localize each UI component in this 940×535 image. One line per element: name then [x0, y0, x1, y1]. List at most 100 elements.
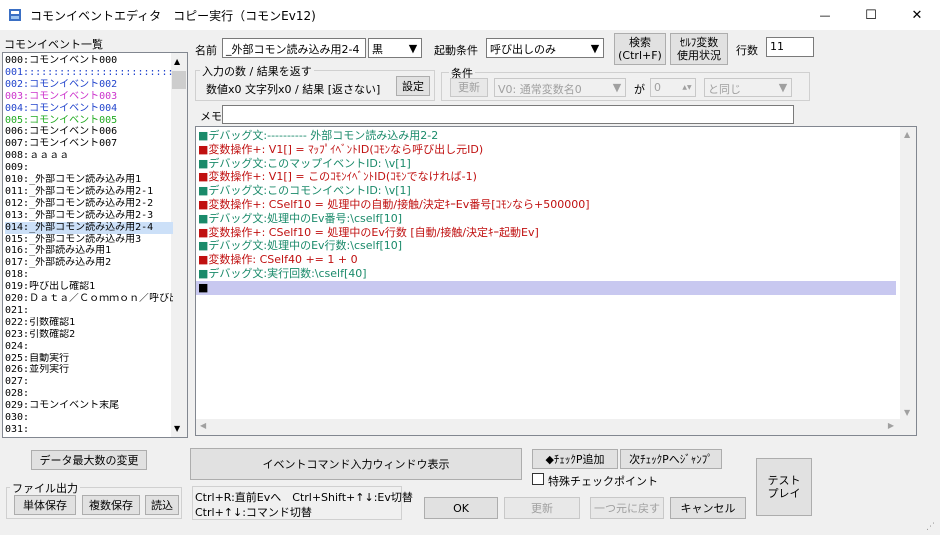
test-play-button[interactable]: テスト プレイ — [756, 458, 812, 516]
list-item[interactable]: 005:コモンイベント005 — [5, 115, 173, 127]
spinner-icon: ▲▼ — [682, 84, 692, 91]
list-item[interactable]: 014:_外部コモン読み込み用2-4 — [5, 221, 173, 234]
trigger-select-value: 呼び出しのみ — [490, 43, 556, 56]
condition-number-value: 0 — [654, 81, 661, 94]
scroll-thumb[interactable] — [172, 71, 186, 89]
list-item[interactable]: 010:_外部コモン読み込み用1 — [5, 174, 173, 186]
editor-vscrollbar[interactable]: ▲ ▼ — [900, 127, 916, 435]
list-item[interactable]: 031: — [5, 424, 173, 436]
command-line[interactable]: ■変数操作: CSelf40 += 1 + 0 — [198, 253, 358, 267]
change-max-count-button[interactable]: データ最大数の変更 — [31, 450, 147, 470]
memo-label: メモ — [200, 110, 222, 123]
list-item[interactable]: 001:::::::::::::::::::::::::::: — [5, 67, 173, 79]
scroll-down-icon: ▼ — [174, 424, 181, 433]
single-save-button[interactable]: 単体保存 — [14, 495, 76, 515]
special-checkpoint-checkbox[interactable] — [532, 473, 544, 485]
chevron-down-icon: ▼ — [408, 41, 418, 55]
list-item[interactable]: 004:コモンイベント004 — [5, 103, 173, 115]
minimize-button[interactable]: — — [802, 0, 848, 30]
condition-number-stepper[interactable]: 0 ▲▼ — [650, 78, 696, 97]
list-item[interactable]: 013:_外部コモン読み込み用2-3 — [5, 210, 173, 222]
condition-variable-value: V0: 通常変数名0 — [498, 83, 582, 96]
command-line[interactable]: ■デバッグ文:実行回数:\cself[40] — [198, 267, 367, 281]
close-button[interactable]: ✕ — [894, 0, 940, 30]
row-count-label: 行数 — [736, 44, 758, 57]
list-item[interactable]: 017:_外部読み込み用2 — [5, 257, 173, 269]
scroll-down-icon: ▼ — [904, 408, 911, 417]
list-item[interactable]: 012:_外部コモン読み込み用2-2 — [5, 198, 173, 210]
list-item[interactable]: 020:Ｄａｔａ／Ｃｏｍｍｏｎ／呼び出し — [5, 293, 173, 305]
command-line[interactable]: ■デバッグ文:処理中のEv行数:\cself[10] — [198, 239, 402, 253]
color-select[interactable]: 黒 ▼ — [368, 38, 422, 58]
list-item[interactable]: 022:引数確認1 — [5, 317, 173, 329]
command-line[interactable]: ■ — [196, 280, 896, 295]
condition-operator-select[interactable]: と同じ ▼ — [704, 78, 792, 97]
list-scrollbar[interactable]: ▲ ▼ — [171, 53, 187, 437]
list-item[interactable]: 016:_外部読み込み用1 — [5, 245, 173, 257]
list-item[interactable]: 018: — [5, 269, 173, 281]
command-editor[interactable]: ▲ ▼ ◀ ▶ ■デバッグ文:---------- 外部コモン読み込み用2-2 ■… — [195, 126, 917, 436]
list-item[interactable]: 003:コモンイベント003 — [5, 91, 173, 103]
ok-button[interactable]: OK — [424, 497, 498, 519]
resize-grip-icon[interactable]: ⋰ — [926, 522, 935, 532]
command-line[interactable]: ■変数操作+: V1[] = このｺﾓﾝｲﾍﾞﾝﾄID(ｺﾓﾝでなければ-1) — [198, 170, 477, 184]
command-line[interactable]: ■変数操作+: V1[] = ﾏｯﾌﾟｲﾍﾞﾝﾄID(ｺﾓﾝなら呼び出し元ID) — [198, 143, 483, 157]
list-item[interactable]: 019:呼び出し確認1 — [5, 281, 173, 293]
list-item[interactable]: 024: — [5, 341, 173, 353]
shortcut-hint-line1: Ctrl+R:直前Evへ Ctrl+Shift+↑↓:Ev切替 — [195, 491, 413, 504]
name-label: 名前 — [195, 44, 217, 57]
app-icon — [8, 8, 22, 22]
list-item[interactable]: 029:コモンイベント末尾 — [5, 400, 173, 412]
editor-hscrollbar[interactable]: ◀ ▶ — [196, 419, 916, 435]
shortcut-hint-line2: Ctrl+↑↓:コマンド切替 — [195, 506, 312, 519]
list-item[interactable]: 009: — [5, 162, 173, 174]
list-item[interactable]: 007:コモンイベント007 — [5, 138, 173, 150]
command-line[interactable]: ■デバッグ文:---------- 外部コモン読み込み用2-2 — [198, 129, 438, 143]
list-item[interactable]: 000:コモンイベント000 — [5, 55, 173, 67]
list-item[interactable]: 002:コモンイベント002 — [5, 79, 173, 91]
list-item[interactable]: 028: — [5, 388, 173, 400]
update-button[interactable]: 更新 — [504, 497, 580, 519]
list-item[interactable]: 025:自動実行 — [5, 353, 173, 365]
list-item[interactable]: 023:引数確認2 — [5, 329, 173, 341]
file-output-group-title: ファイル出力 — [10, 480, 80, 496]
common-event-list[interactable]: ▲ ▼ 000:コモンイベント000 001:::::::::::::::::::… — [2, 52, 188, 438]
command-line[interactable]: ■変数操作+: CSelf10 = 処理中の自動/接触/決定ｷｰEv番号[ｺﾓﾝ… — [198, 198, 590, 212]
name-field[interactable]: _外部コモン読み込み用2-4 — [222, 38, 366, 58]
special-checkpoint-label: 特殊チェックポイント — [548, 475, 658, 488]
window-title: コモンイベントエディタ コピー実行（コモンEv12) — [30, 9, 316, 23]
list-item[interactable]: 015:_外部コモン読み込み用3 — [5, 234, 173, 246]
maximize-button[interactable]: ☐ — [848, 0, 894, 30]
command-line[interactable]: ■デバッグ文:処理中のEv番号:\cself[10] — [198, 212, 402, 226]
command-line[interactable]: ■デバッグ文:このコモンイベントID: \v[1] — [198, 184, 411, 198]
trigger-select[interactable]: 呼び出しのみ ▼ — [486, 38, 604, 58]
trigger-label: 起動条件 — [434, 44, 478, 57]
add-checkpoint-button[interactable]: ◆ﾁｪｯｸP追加 — [532, 449, 618, 469]
scroll-right-icon: ▶ — [887, 421, 894, 430]
next-checkpoint-button[interactable]: 次ﾁｪｯｸPへｼﾞｬﾝﾌﾟ — [620, 449, 722, 469]
memo-field[interactable] — [222, 105, 794, 124]
command-input-window-button[interactable]: イベントコマンド入力ウィンドウ表示 — [190, 448, 522, 480]
io-settings-button[interactable]: 設定 — [396, 76, 430, 96]
list-item[interactable]: 026:並列実行 — [5, 364, 173, 376]
condition-variable-select[interactable]: V0: 通常変数名0 ▼ — [494, 78, 626, 97]
command-line[interactable]: ■変数操作+: CSelf10 = 処理中のEv行数 [自動/接触/決定ｷｰ起動… — [198, 226, 539, 240]
list-item[interactable]: 008:ａａａａ — [5, 150, 173, 162]
command-line[interactable]: ■デバッグ文:このマップイベントID: \v[1] — [198, 157, 411, 171]
condition-update-button[interactable]: 更新 — [450, 78, 488, 97]
title-bar: コモンイベントエディタ コピー実行（コモンEv12) — ☐ ✕ — [0, 0, 940, 30]
list-item[interactable]: 011:_外部コモン読み込み用2-1 — [5, 186, 173, 198]
list-item[interactable]: 006:コモンイベント006 — [5, 126, 173, 138]
cancel-button[interactable]: キャンセル — [670, 497, 746, 519]
undo-button[interactable]: 一つ元に戻す — [590, 497, 664, 519]
search-button[interactable]: 検索 (Ctrl+F) — [614, 33, 666, 65]
list-item[interactable]: 030: — [5, 412, 173, 424]
row-count-field[interactable]: 11 — [766, 37, 814, 57]
close-icon: ✕ — [911, 7, 923, 23]
list-item[interactable]: 027: — [5, 376, 173, 388]
list-item[interactable]: 021: — [5, 305, 173, 317]
self-var-usage-button[interactable]: ｾﾙﾌ変数 使用状況 — [670, 33, 728, 65]
maximize-icon: ☐ — [865, 7, 877, 23]
load-button[interactable]: 読込 — [145, 495, 179, 515]
multi-save-button[interactable]: 複数保存 — [82, 495, 140, 515]
